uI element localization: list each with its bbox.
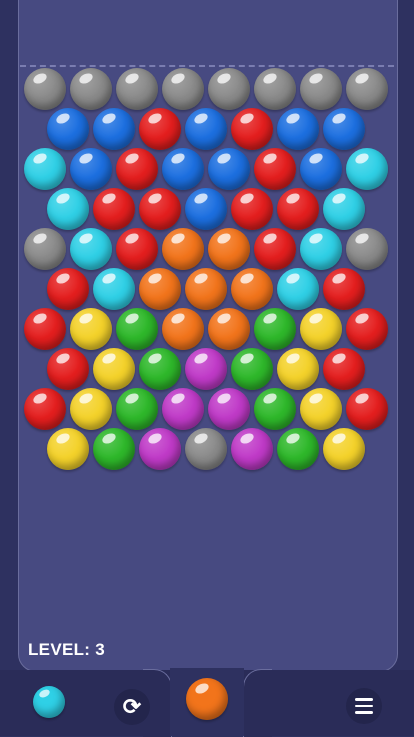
bubble-red — [254, 148, 296, 190]
bubble-red — [116, 228, 158, 270]
bubble-red — [346, 388, 388, 430]
bubble-gray — [346, 228, 388, 270]
bubble-red — [93, 188, 135, 230]
bubble-red — [277, 188, 319, 230]
bubble-orange — [185, 268, 227, 310]
bubble-gray — [346, 68, 388, 110]
bubble-gray — [70, 68, 112, 110]
swap-button[interactable]: ⟳ — [114, 689, 150, 725]
bubble-purple — [231, 428, 273, 470]
bubble-green — [116, 308, 158, 350]
bubble-green — [277, 428, 319, 470]
next-bubble — [33, 686, 65, 718]
bubble-green — [116, 388, 158, 430]
bubble-yellow — [47, 428, 89, 470]
bubble-cyan — [300, 228, 342, 270]
bubble-purple — [162, 388, 204, 430]
bubble-gray — [254, 68, 296, 110]
bubble-orange — [162, 308, 204, 350]
bubble-blue — [70, 148, 112, 190]
bubble-blue — [185, 108, 227, 150]
bubble-yellow — [70, 308, 112, 350]
bubble-yellow — [300, 388, 342, 430]
bubble-yellow — [93, 348, 135, 390]
bubble-blue — [162, 148, 204, 190]
bubble-blue — [277, 108, 319, 150]
bubble-gray — [300, 68, 342, 110]
launcher-frame-right — [243, 669, 272, 737]
bubble-gray — [208, 68, 250, 110]
bubble-red — [24, 308, 66, 350]
bubble-red — [346, 308, 388, 350]
bubble-red — [47, 268, 89, 310]
bubble-red — [254, 228, 296, 270]
bubble-cyan — [47, 188, 89, 230]
bubble-cyan — [70, 228, 112, 270]
bubble-blue — [208, 148, 250, 190]
bubble-yellow — [300, 308, 342, 350]
bubble-gray — [116, 68, 158, 110]
swap-arrows-icon: ⟳ — [122, 694, 142, 719]
bubble-red — [231, 108, 273, 150]
bubble-gray — [24, 68, 66, 110]
bubble-red — [139, 108, 181, 150]
bubble-blue — [93, 108, 135, 150]
bubble-blue — [185, 188, 227, 230]
bubble-orange — [139, 268, 181, 310]
menu-button[interactable] — [346, 688, 382, 724]
bubble-red — [116, 148, 158, 190]
hamburger-menu-icon — [355, 698, 373, 714]
bubble-cyan — [323, 188, 365, 230]
bubble-orange — [231, 268, 273, 310]
bubble-green — [254, 308, 296, 350]
bubble-cyan — [346, 148, 388, 190]
bubble-cyan — [24, 148, 66, 190]
bubble-green — [93, 428, 135, 470]
bubble-red — [231, 188, 273, 230]
bubble-blue — [323, 108, 365, 150]
bubble-red — [24, 388, 66, 430]
bubble-cyan — [93, 268, 135, 310]
bubble-gray — [24, 228, 66, 270]
bubble-cyan — [277, 268, 319, 310]
bubble-blue — [300, 148, 342, 190]
bubble-orange — [162, 228, 204, 270]
deadline-line — [20, 65, 394, 67]
bubble-red — [47, 348, 89, 390]
current-bubble[interactable] — [186, 678, 228, 720]
bubble-green — [231, 348, 273, 390]
bubble-red — [323, 268, 365, 310]
bubble-red — [323, 348, 365, 390]
bubble-orange — [208, 228, 250, 270]
bubble-purple — [185, 348, 227, 390]
bubble-green — [139, 348, 181, 390]
bubble-gray — [185, 428, 227, 470]
bubble-red — [139, 188, 181, 230]
bubble-green — [254, 388, 296, 430]
bubble-yellow — [70, 388, 112, 430]
bubble-purple — [208, 388, 250, 430]
bubble-blue — [47, 108, 89, 150]
bubble-gray — [162, 68, 204, 110]
level-label: LEVEL: 3 — [28, 640, 106, 659]
bubble-yellow — [323, 428, 365, 470]
bubble-orange — [208, 308, 250, 350]
bubble-purple — [139, 428, 181, 470]
bubble-yellow — [277, 348, 319, 390]
